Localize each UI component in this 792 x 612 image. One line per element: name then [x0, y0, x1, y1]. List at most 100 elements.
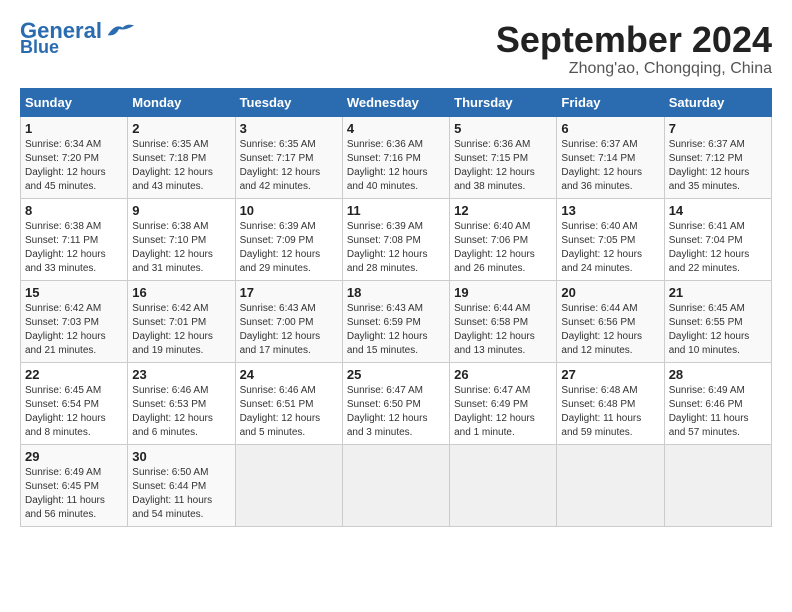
- day-number: 11: [347, 203, 445, 218]
- day-number: 20: [561, 285, 659, 300]
- cell-content: Sunrise: 6:36 AM Sunset: 7:16 PM Dayligh…: [347, 138, 445, 194]
- calendar-cell: 10Sunrise: 6:39 AM Sunset: 7:09 PM Dayli…: [235, 198, 342, 280]
- cell-content: Sunrise: 6:50 AM Sunset: 6:44 PM Dayligh…: [132, 466, 230, 522]
- day-number: 30: [132, 449, 230, 464]
- calendar-cell: 9 Sunrise: 6:38 AM Sunset: 7:10 PM Daylig…: [128, 198, 235, 280]
- cell-content: Sunrise: 6:44 AM Sunset: 6:58 PM Dayligh…: [454, 302, 552, 358]
- day-number: 17: [240, 285, 338, 300]
- day-number: 28: [669, 367, 767, 382]
- month-title: September 2024: [496, 20, 772, 60]
- calendar-header-row: SundayMondayTuesdayWednesdayThursdayFrid…: [21, 88, 772, 116]
- day-number: 26: [454, 367, 552, 382]
- logo-bird-icon: [104, 21, 134, 41]
- cell-content: Sunrise: 6:36 AM Sunset: 7:15 PM Dayligh…: [454, 138, 552, 194]
- calendar-table: SundayMondayTuesdayWednesdayThursdayFrid…: [20, 88, 772, 527]
- day-number: 6: [561, 121, 659, 136]
- day-number: 27: [561, 367, 659, 382]
- cell-content: Sunrise: 6:47 AM Sunset: 6:50 PM Dayligh…: [347, 384, 445, 440]
- cell-content: Sunrise: 6:40 AM Sunset: 7:05 PM Dayligh…: [561, 220, 659, 276]
- cell-content: Sunrise: 6:49 AM Sunset: 6:45 PM Dayligh…: [25, 466, 123, 522]
- day-number: 9: [132, 203, 230, 218]
- col-header-thursday: Thursday: [450, 88, 557, 116]
- calendar-cell: 8 Sunrise: 6:38 AM Sunset: 7:11 PM Daylig…: [21, 198, 128, 280]
- calendar-cell: 22 Sunrise: 6:45 AM Sunset: 6:54 PM Dayli…: [21, 362, 128, 444]
- cell-content: Sunrise: 6:37 AM Sunset: 7:12 PM Dayligh…: [669, 138, 767, 194]
- calendar-cell: 4 Sunrise: 6:36 AM Sunset: 7:16 PM Daylig…: [342, 116, 449, 198]
- cell-content: Sunrise: 6:42 AM Sunset: 7:03 PM Dayligh…: [25, 302, 123, 358]
- cell-content: Sunrise: 6:37 AM Sunset: 7:14 PM Dayligh…: [561, 138, 659, 194]
- day-number: 22: [25, 367, 123, 382]
- calendar-cell: 19 Sunrise: 6:44 AM Sunset: 6:58 PM Dayli…: [450, 280, 557, 362]
- calendar-cell: 21 Sunrise: 6:45 AM Sunset: 6:55 PM Dayli…: [664, 280, 771, 362]
- col-header-saturday: Saturday: [664, 88, 771, 116]
- calendar-cell: 28 Sunrise: 6:49 AM Sunset: 6:46 PM Dayli…: [664, 362, 771, 444]
- day-number: 4: [347, 121, 445, 136]
- day-number: 19: [454, 285, 552, 300]
- day-number: 21: [669, 285, 767, 300]
- cell-content: Sunrise: 6:38 AM Sunset: 7:11 PM Dayligh…: [25, 220, 123, 276]
- col-header-wednesday: Wednesday: [342, 88, 449, 116]
- calendar-cell: 17Sunrise: 6:43 AM Sunset: 7:00 PM Dayli…: [235, 280, 342, 362]
- day-number: 5: [454, 121, 552, 136]
- day-number: 7: [669, 121, 767, 136]
- calendar-cell: [450, 444, 557, 526]
- calendar-cell: 29 Sunrise: 6:49 AM Sunset: 6:45 PM Dayli…: [21, 444, 128, 526]
- day-number: 8: [25, 203, 123, 218]
- calendar-cell: 20Sunrise: 6:44 AM Sunset: 6:56 PM Dayli…: [557, 280, 664, 362]
- page-header: General Blue September 2024 Zhong'ao, Ch…: [20, 20, 772, 78]
- week-row-3: 15 Sunrise: 6:42 AM Sunset: 7:03 PM Dayli…: [21, 280, 772, 362]
- cell-content: Sunrise: 6:35 AM Sunset: 7:17 PM Dayligh…: [240, 138, 338, 194]
- day-number: 13: [561, 203, 659, 218]
- calendar-cell: [235, 444, 342, 526]
- col-header-monday: Monday: [128, 88, 235, 116]
- calendar-cell: 2 Sunrise: 6:35 AM Sunset: 7:18 PM Daylig…: [128, 116, 235, 198]
- cell-content: Sunrise: 6:45 AM Sunset: 6:54 PM Dayligh…: [25, 384, 123, 440]
- cell-content: Sunrise: 6:34 AM Sunset: 7:20 PM Dayligh…: [25, 138, 123, 194]
- cell-content: Sunrise: 6:49 AM Sunset: 6:46 PM Dayligh…: [669, 384, 767, 440]
- calendar-cell: 13 Sunrise: 6:40 AM Sunset: 7:05 PM Dayli…: [557, 198, 664, 280]
- cell-content: Sunrise: 6:45 AM Sunset: 6:55 PM Dayligh…: [669, 302, 767, 358]
- day-number: 14: [669, 203, 767, 218]
- cell-content: Sunrise: 6:35 AM Sunset: 7:18 PM Dayligh…: [132, 138, 230, 194]
- calendar-cell: 16 Sunrise: 6:42 AM Sunset: 7:01 PM Dayli…: [128, 280, 235, 362]
- calendar-cell: 26Sunrise: 6:47 AM Sunset: 6:49 PM Dayli…: [450, 362, 557, 444]
- calendar-cell: 1Sunrise: 6:34 AM Sunset: 7:20 PM Daylig…: [21, 116, 128, 198]
- calendar-cell: 3 Sunrise: 6:35 AM Sunset: 7:17 PM Daylig…: [235, 116, 342, 198]
- day-number: 23: [132, 367, 230, 382]
- cell-content: Sunrise: 6:48 AM Sunset: 6:48 PM Dayligh…: [561, 384, 659, 440]
- cell-content: Sunrise: 6:41 AM Sunset: 7:04 PM Dayligh…: [669, 220, 767, 276]
- calendar-cell: 14 Sunrise: 6:41 AM Sunset: 7:04 PM Dayli…: [664, 198, 771, 280]
- cell-content: Sunrise: 6:38 AM Sunset: 7:10 PM Dayligh…: [132, 220, 230, 276]
- calendar-cell: [342, 444, 449, 526]
- week-row-2: 8 Sunrise: 6:38 AM Sunset: 7:11 PM Daylig…: [21, 198, 772, 280]
- day-number: 3: [240, 121, 338, 136]
- day-number: 18: [347, 285, 445, 300]
- cell-content: Sunrise: 6:42 AM Sunset: 7:01 PM Dayligh…: [132, 302, 230, 358]
- day-number: 2: [132, 121, 230, 136]
- col-header-friday: Friday: [557, 88, 664, 116]
- title-block: September 2024 Zhong'ao, Chongqing, Chin…: [496, 20, 772, 78]
- location-subtitle: Zhong'ao, Chongqing, China: [496, 60, 772, 78]
- day-number: 16: [132, 285, 230, 300]
- calendar-cell: 5 Sunrise: 6:36 AM Sunset: 7:15 PM Daylig…: [450, 116, 557, 198]
- calendar-cell: 24Sunrise: 6:46 AM Sunset: 6:51 PM Dayli…: [235, 362, 342, 444]
- day-number: 15: [25, 285, 123, 300]
- calendar-cell: 18 Sunrise: 6:43 AM Sunset: 6:59 PM Dayli…: [342, 280, 449, 362]
- week-row-5: 29 Sunrise: 6:49 AM Sunset: 6:45 PM Dayli…: [21, 444, 772, 526]
- calendar-cell: [664, 444, 771, 526]
- calendar-cell: [557, 444, 664, 526]
- day-number: 29: [25, 449, 123, 464]
- calendar-cell: 7 Sunrise: 6:37 AM Sunset: 7:12 PM Daylig…: [664, 116, 771, 198]
- week-row-1: 1Sunrise: 6:34 AM Sunset: 7:20 PM Daylig…: [21, 116, 772, 198]
- day-number: 25: [347, 367, 445, 382]
- calendar-cell: 30 Sunrise: 6:50 AM Sunset: 6:44 PM Dayli…: [128, 444, 235, 526]
- cell-content: Sunrise: 6:43 AM Sunset: 6:59 PM Dayligh…: [347, 302, 445, 358]
- logo-text2: Blue: [20, 38, 59, 56]
- day-number: 10: [240, 203, 338, 218]
- calendar-cell: 23Sunrise: 6:46 AM Sunset: 6:53 PM Dayli…: [128, 362, 235, 444]
- col-header-tuesday: Tuesday: [235, 88, 342, 116]
- day-number: 12: [454, 203, 552, 218]
- col-header-sunday: Sunday: [21, 88, 128, 116]
- logo: General Blue: [20, 20, 134, 56]
- day-number: 24: [240, 367, 338, 382]
